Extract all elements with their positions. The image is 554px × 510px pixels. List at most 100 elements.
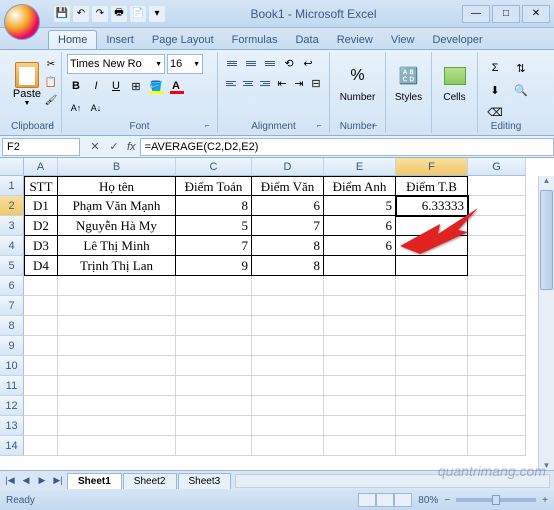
cell-E10[interactable]	[324, 356, 396, 376]
cell-C8[interactable]	[176, 316, 252, 336]
tab-formulas[interactable]: Formulas	[223, 31, 287, 49]
cell-G3[interactable]	[468, 216, 526, 236]
alignment-dialog-icon[interactable]: ⌐	[317, 121, 327, 131]
row-header-10[interactable]: 10	[0, 356, 24, 376]
cell-C14[interactable]	[176, 436, 252, 456]
cut-icon[interactable]: ✂	[43, 56, 59, 72]
cell-D10[interactable]	[252, 356, 324, 376]
styles-label-btn[interactable]: Styles	[391, 92, 426, 103]
cell-D11[interactable]	[252, 376, 324, 396]
row-header-12[interactable]: 12	[0, 396, 24, 416]
cell-E9[interactable]	[324, 336, 396, 356]
name-box[interactable]: F2	[2, 138, 80, 156]
number-label-btn[interactable]: Number	[335, 92, 380, 103]
cell-B8[interactable]	[58, 316, 176, 336]
cell-D1[interactable]: Điểm Văn	[252, 176, 324, 196]
autosum-button[interactable]: Σ	[483, 58, 507, 78]
horizontal-scrollbar[interactable]	[235, 474, 550, 488]
cell-A8[interactable]	[24, 316, 58, 336]
cell-E6[interactable]	[324, 276, 396, 296]
cell-A7[interactable]	[24, 296, 58, 316]
cell-C6[interactable]	[176, 276, 252, 296]
align-bottom-icon[interactable]	[261, 54, 279, 72]
cell-E12[interactable]	[324, 396, 396, 416]
tab-nav-next-icon[interactable]: ▶	[34, 473, 50, 489]
select-all-corner[interactable]	[0, 158, 24, 176]
col-header-B[interactable]: B	[58, 158, 176, 176]
cell-F9[interactable]	[396, 336, 468, 356]
number-dialog-icon[interactable]: ⌐	[373, 121, 383, 131]
tab-insert[interactable]: Insert	[97, 31, 143, 49]
cell-B1[interactable]: Họ tên	[58, 176, 176, 196]
align-left-icon[interactable]	[223, 74, 239, 92]
cell-A5[interactable]: D4	[24, 256, 58, 276]
qat-preview-icon[interactable]: 📄	[130, 6, 146, 22]
cell-C11[interactable]	[176, 376, 252, 396]
border-button[interactable]: ⊞	[127, 76, 145, 96]
cell-A12[interactable]	[24, 396, 58, 416]
grow-font-icon[interactable]: A↑	[67, 98, 85, 118]
col-header-D[interactable]: D	[252, 158, 324, 176]
tab-nav-first-icon[interactable]: |◀	[2, 473, 18, 489]
cell-G11[interactable]	[468, 376, 526, 396]
tab-page-layout[interactable]: Page Layout	[143, 31, 223, 49]
page-break-view-icon[interactable]	[394, 493, 412, 507]
row-header-4[interactable]: 4	[0, 236, 24, 256]
cell-A11[interactable]	[24, 376, 58, 396]
cell-D4[interactable]: 8	[252, 236, 324, 256]
cell-E13[interactable]	[324, 416, 396, 436]
cell-B9[interactable]	[58, 336, 176, 356]
cell-G4[interactable]	[468, 236, 526, 256]
row-header-5[interactable]: 5	[0, 256, 24, 276]
cell-B2[interactable]: Phạm Văn Mạnh	[58, 196, 176, 216]
cell-B5[interactable]: Trịnh Thị Lan	[58, 256, 176, 276]
cell-C3[interactable]: 5	[176, 216, 252, 236]
sheet-tab-sheet3[interactable]: Sheet3	[178, 473, 232, 489]
fill-button[interactable]: ⬇	[483, 80, 507, 100]
cell-F13[interactable]	[396, 416, 468, 436]
cell-A3[interactable]: D2	[24, 216, 58, 236]
cell-D7[interactable]	[252, 296, 324, 316]
copy-icon[interactable]: 📋	[43, 74, 59, 90]
cell-D3[interactable]: 7	[252, 216, 324, 236]
cell-E1[interactable]: Điểm Anh	[324, 176, 396, 196]
cell-E5[interactable]	[324, 256, 396, 276]
cell-C12[interactable]	[176, 396, 252, 416]
cell-C4[interactable]: 7	[176, 236, 252, 256]
cell-G12[interactable]	[468, 396, 526, 416]
clipboard-dialog-icon[interactable]: ⌐	[49, 121, 59, 131]
merge-center-icon[interactable]: ⊟	[308, 74, 324, 92]
cell-F12[interactable]	[396, 396, 468, 416]
cell-G7[interactable]	[468, 296, 526, 316]
zoom-thumb[interactable]	[492, 495, 500, 505]
row-header-2[interactable]: 2	[0, 196, 24, 216]
cell-D8[interactable]	[252, 316, 324, 336]
row-header-11[interactable]: 11	[0, 376, 24, 396]
cell-F7[interactable]	[396, 296, 468, 316]
vertical-scroll-thumb[interactable]	[540, 190, 553, 290]
cell-C1[interactable]: Điểm Toán	[176, 176, 252, 196]
cell-B12[interactable]	[58, 396, 176, 416]
row-header-7[interactable]: 7	[0, 296, 24, 316]
tab-view[interactable]: View	[382, 31, 424, 49]
cell-E4[interactable]: 6	[324, 236, 396, 256]
cell-C13[interactable]	[176, 416, 252, 436]
cell-E14[interactable]	[324, 436, 396, 456]
cell-D9[interactable]	[252, 336, 324, 356]
orientation-icon[interactable]: ⟲	[280, 54, 298, 72]
increase-indent-icon[interactable]: ⇥	[291, 74, 307, 92]
cell-E8[interactable]	[324, 316, 396, 336]
cell-E2[interactable]: 5	[324, 196, 396, 216]
cell-A1[interactable]: STT	[24, 176, 58, 196]
enter-formula-icon[interactable]: ✓	[105, 138, 123, 156]
cell-A6[interactable]	[24, 276, 58, 296]
cell-G5[interactable]	[468, 256, 526, 276]
cell-C7[interactable]	[176, 296, 252, 316]
formula-input[interactable]: =AVERAGE(C2,D2,E2)	[140, 138, 554, 156]
qat-print-icon[interactable]: 🖶	[111, 6, 127, 22]
cell-E3[interactable]: 6	[324, 216, 396, 236]
insert-cells-button[interactable]	[439, 60, 471, 92]
cell-D13[interactable]	[252, 416, 324, 436]
cell-C9[interactable]	[176, 336, 252, 356]
font-name-select[interactable]: Times New Ro▼	[67, 54, 165, 74]
